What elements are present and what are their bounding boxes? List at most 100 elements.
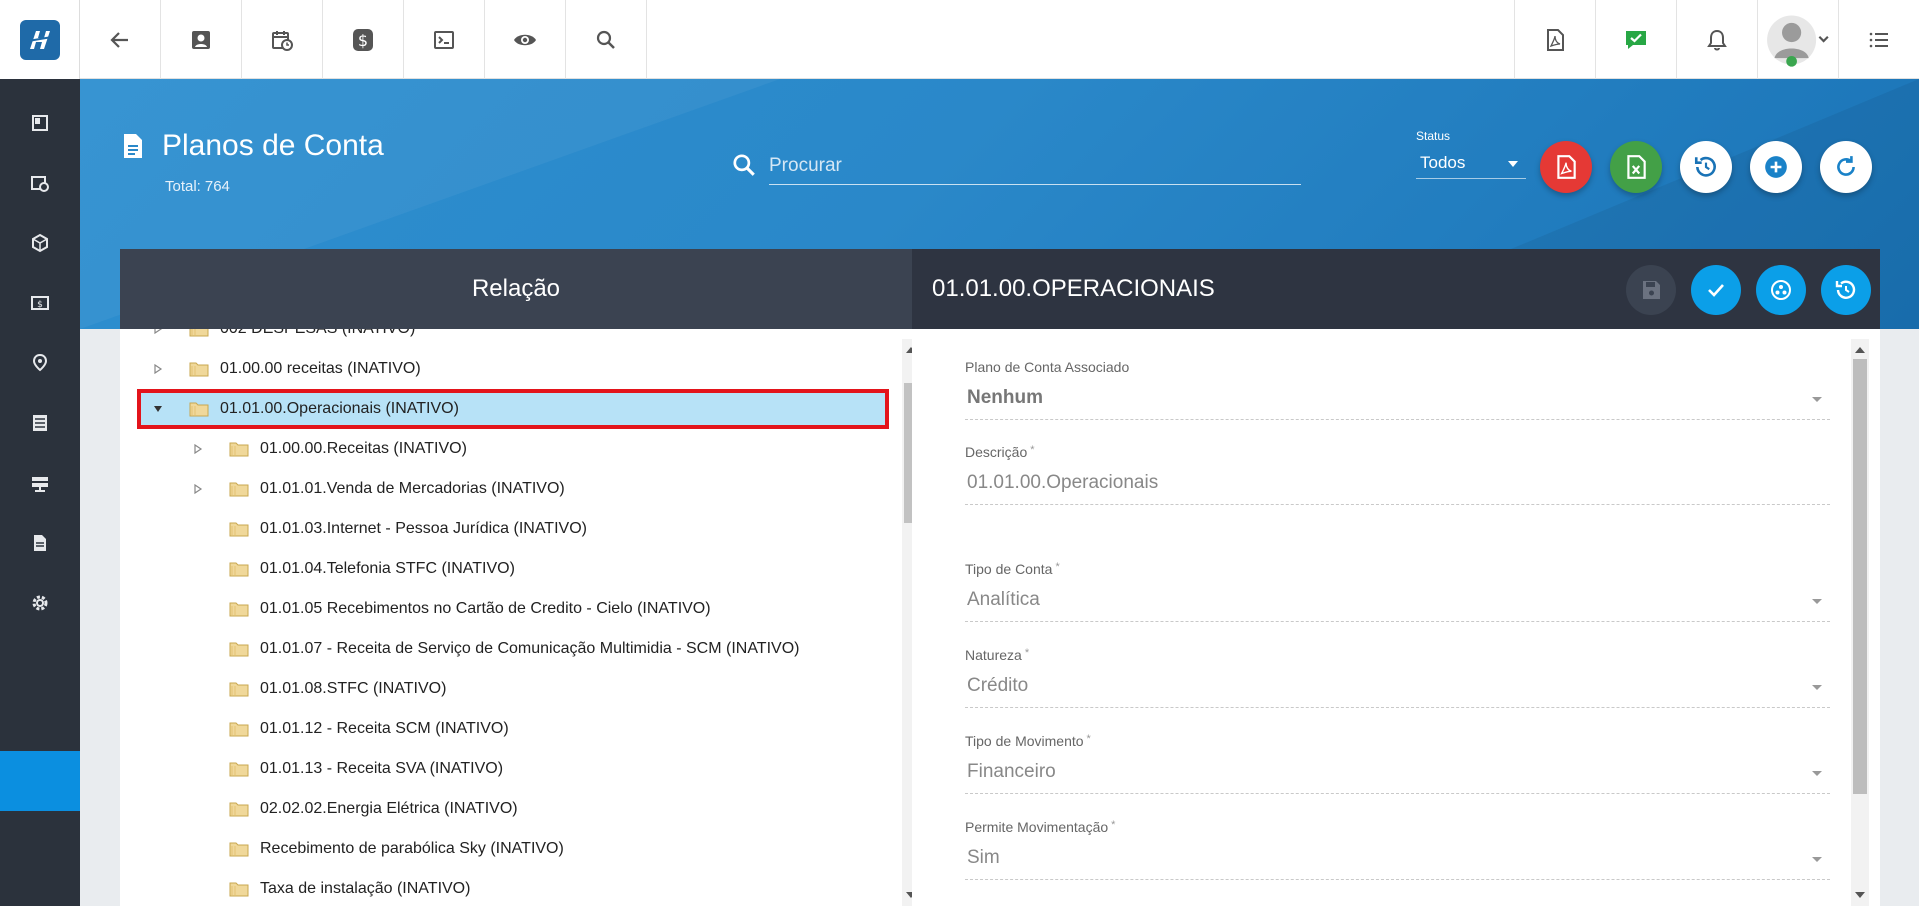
calendar-clock-icon[interactable] xyxy=(242,0,323,79)
field-label: Natureza * xyxy=(965,647,1030,663)
eye-icon[interactable] xyxy=(485,0,566,79)
tree-row[interactable]: 01.01.08.STFC (INATIVO) xyxy=(192,669,446,709)
add-button[interactable] xyxy=(1750,141,1802,193)
history-button[interactable] xyxy=(1821,265,1871,315)
folder-icon xyxy=(228,480,250,498)
field-value[interactable]: Crédito xyxy=(967,675,1028,697)
detail-panel-header: 01.01.00.OPERACIONAIS xyxy=(912,249,1880,329)
tree-row[interactable]: 01.01.03.Internet - Pessoa Jurídica (INA… xyxy=(192,509,587,549)
field-value[interactable]: Nenhum xyxy=(967,387,1043,409)
form-field[interactable]: Tipo de Conta * Analítica xyxy=(965,561,1830,622)
tree-row[interactable]: 01.01.07 - Receita de Serviço de Comunic… xyxy=(192,629,799,669)
tree-row-label: 002 DESPESAS (INATIVO) xyxy=(220,329,415,338)
tree-row[interactable]: 01.01.04.Telefonia STFC (INATIVO) xyxy=(192,549,515,589)
tree-options-button[interactable] xyxy=(1756,265,1806,315)
collapse-triangle-icon[interactable] xyxy=(152,403,164,415)
bell-icon[interactable] xyxy=(1676,0,1757,79)
dollar-icon[interactable]: $ xyxy=(323,0,404,79)
check-icon xyxy=(1708,284,1724,297)
refresh-button[interactable] xyxy=(1820,141,1872,193)
search-bar xyxy=(731,141,1381,191)
tree-row[interactable]: 01.01.00.Operacionais (INATIVO) xyxy=(152,389,459,429)
account-tree: 002 DESPESAS (INATIVO) 01.00.00 receitas … xyxy=(120,329,900,906)
total-count: Total: 764 xyxy=(165,178,230,195)
status-select[interactable]: Todos xyxy=(1416,147,1526,179)
svg-text:$: $ xyxy=(37,300,43,310)
relation-panel: Relação 002 DESPESAS (INATIVO) 01.00.00 r… xyxy=(120,249,920,906)
logo-icon xyxy=(19,19,60,60)
avatar[interactable] xyxy=(1757,0,1838,79)
tree-row-label: 01.01.07 - Receita de Serviço de Comunic… xyxy=(260,640,800,657)
tree-row[interactable]: 01.01.05 Recebimentos no Cartão de Credi… xyxy=(192,589,711,629)
search-input[interactable] xyxy=(769,147,1301,185)
form-scrollbar[interactable] xyxy=(1851,339,1869,906)
tree-row[interactable]: Taxa de instalação (INATIVO) xyxy=(192,869,470,906)
export-excel-button[interactable] xyxy=(1610,141,1662,193)
chevron-down-icon xyxy=(1812,685,1822,690)
folder-icon xyxy=(228,600,250,618)
folder-icon xyxy=(228,680,250,698)
tree-row[interactable]: 01.01.01.Venda de Mercadorias (INATIVO) xyxy=(192,469,565,509)
search-icon[interactable] xyxy=(566,0,647,79)
field-value[interactable]: Sim xyxy=(967,847,1000,869)
topbar: $ xyxy=(80,0,1919,79)
history-button[interactable] xyxy=(1680,141,1732,193)
back-arrow-icon[interactable] xyxy=(80,0,161,79)
field-value[interactable]: Financeiro xyxy=(967,761,1056,783)
expand-triangle-icon[interactable] xyxy=(152,363,164,375)
form-field[interactable]: Permite Movimentação * Sim xyxy=(965,819,1830,880)
contact-icon[interactable] xyxy=(161,0,242,79)
tree-row[interactable]: 01.00.00 receitas (INATIVO) xyxy=(152,349,421,389)
form-field[interactable]: Descrição * 01.01.00.Operacionais xyxy=(965,444,1830,505)
sidebar: $ xyxy=(0,0,80,906)
pdf-icon[interactable] xyxy=(1514,0,1595,79)
save-button[interactable] xyxy=(1626,265,1676,315)
document-icon[interactable] xyxy=(0,513,80,573)
confirm-button[interactable] xyxy=(1691,265,1741,315)
dashboard-icon[interactable] xyxy=(0,93,80,153)
field-value[interactable]: Analítica xyxy=(967,589,1040,611)
money-icon[interactable]: $ xyxy=(0,273,80,333)
form-field[interactable]: Natureza * Crédito xyxy=(965,647,1830,708)
tree-row-label: 01.01.00.Operacionais (INATIVO) xyxy=(220,400,459,417)
tree-row[interactable]: 01.01.13 - Receita SVA (INATIVO) xyxy=(192,749,503,789)
expand-triangle-icon[interactable] xyxy=(152,329,164,335)
field-label: Descrição * xyxy=(965,444,1035,460)
hierarchy-circle-icon xyxy=(1771,280,1791,300)
folder-icon xyxy=(228,800,250,818)
excel-icon xyxy=(1627,155,1646,179)
folder-icon xyxy=(228,440,250,458)
field-value[interactable]: 01.01.00.Operacionais xyxy=(967,472,1158,494)
tree-row[interactable]: 01.00.00.Receitas (INATIVO) xyxy=(192,429,467,469)
list-icon[interactable] xyxy=(0,393,80,453)
form-field[interactable]: Plano de Conta Associado Nenhum xyxy=(965,359,1830,420)
tree-row[interactable]: Recebimento de parabólica Sky (INATIVO) xyxy=(192,829,564,869)
calendar-clock-icon[interactable] xyxy=(0,153,80,213)
export-pdf-button[interactable] xyxy=(1540,141,1592,193)
menu-list-icon[interactable] xyxy=(1838,0,1919,79)
folder-icon xyxy=(228,840,250,858)
field-label: Tipo de Movimento * xyxy=(965,733,1091,749)
app-logo[interactable] xyxy=(0,0,80,79)
tree-row[interactable]: 01.01.12 - Receita SCM (INATIVO) xyxy=(192,709,509,749)
tree-row-label: 01.01.04.Telefonia STFC (INATIVO) xyxy=(260,560,515,577)
status-label: Status xyxy=(1416,129,1451,143)
form-field[interactable]: Tipo de Movimento * Financeiro xyxy=(965,733,1830,794)
server-icon[interactable] xyxy=(0,453,80,513)
gear-icon[interactable] xyxy=(0,573,80,633)
expand-triangle-icon[interactable] xyxy=(192,483,204,495)
field-label: Tipo de Conta * xyxy=(965,561,1060,577)
floppy-icon xyxy=(1643,281,1660,299)
box-icon[interactable] xyxy=(0,213,80,273)
expand-triangle-icon[interactable] xyxy=(192,443,204,455)
check-chat-icon[interactable] xyxy=(1595,0,1676,79)
tree-row[interactable]: 02.02.02.Energia Elétrica (INATIVO) xyxy=(192,789,518,829)
sidebar-active-indicator[interactable] xyxy=(0,751,80,811)
tree-row[interactable]: 002 DESPESAS (INATIVO) xyxy=(152,329,415,349)
map-pin-icon[interactable] xyxy=(0,333,80,393)
chevron-down-icon xyxy=(1812,857,1822,862)
tree-row-label: 01.01.13 - Receita SVA (INATIVO) xyxy=(260,760,504,777)
terminal-icon[interactable] xyxy=(404,0,485,79)
